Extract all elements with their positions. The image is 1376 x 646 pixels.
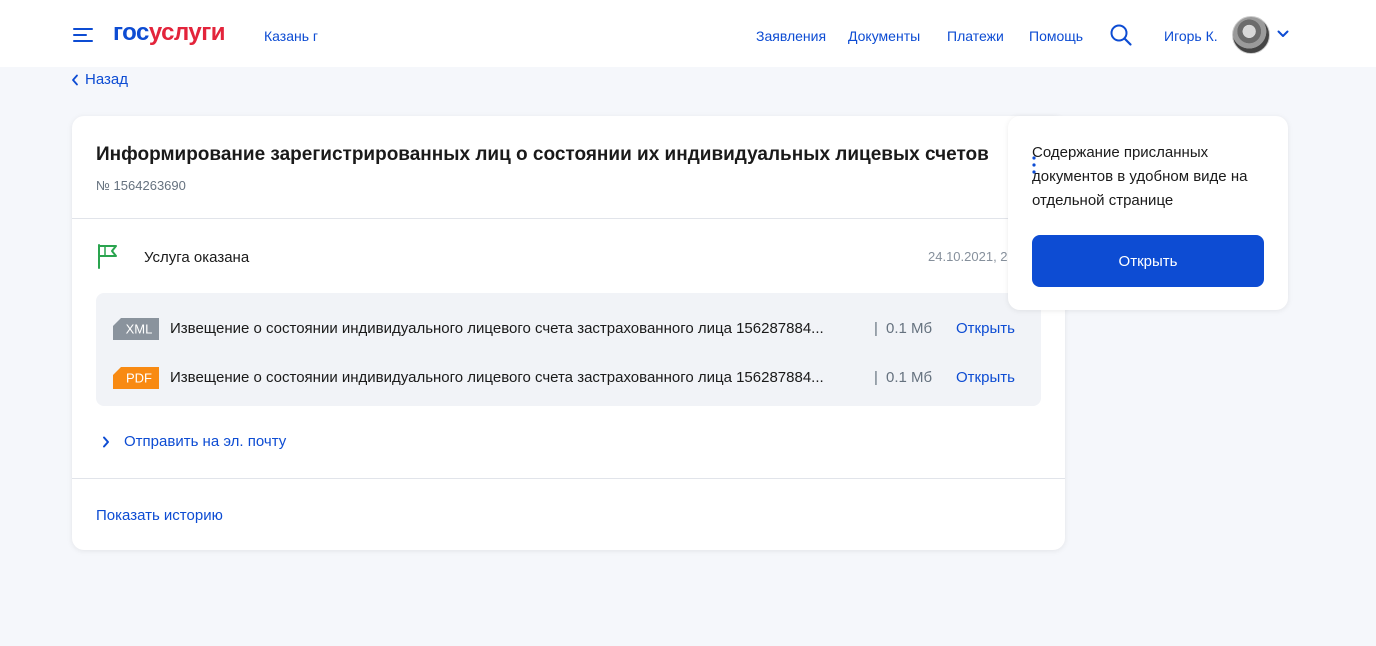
divider [72,218,1065,219]
pdf-file-icon: PDF [113,367,159,389]
user-name[interactable]: Игорь К. [1164,28,1218,44]
preview-description: Содержание присланных документов в удобн… [1032,144,1248,209]
back-link[interactable]: Назад [71,71,128,88]
file-row-pdf: PDF Извещение о состоянии индивидуальног… [96,366,1041,390]
avatar[interactable] [1232,16,1270,54]
chevron-right-icon [103,436,109,447]
pdf-badge-label: PDF [126,371,152,386]
service-title: Информирование зарегистрированных лиц о … [96,144,989,165]
file-separator: | [874,369,878,386]
chevron-down-icon[interactable] [1277,29,1289,39]
back-label: Назад [85,71,128,88]
show-history-link[interactable]: Показать историю [96,507,223,524]
logo-part-uslugi: услуги [148,19,226,46]
status-label: Услуга оказана [144,249,250,266]
nav-payments[interactable]: Платежи [947,28,1004,44]
file-name: Извещение о состоянии индивидуального ли… [170,320,824,337]
flag-icon [98,244,117,269]
file-size: 0.1 Мб [886,369,933,386]
files-list: XML Извещение о состоянии индивидуальног… [96,293,1041,406]
file-row-xml: XML Извещение о состоянии индивидуальног… [96,317,1041,341]
documents-preview-card: Содержание присланных документов в удобн… [1008,116,1288,310]
xml-file-icon: XML [113,318,159,340]
open-documents-button[interactable]: Открыть [1032,235,1264,287]
search-icon[interactable] [1109,23,1133,47]
city-selector[interactable]: Казань г [264,28,318,44]
send-email-toggle[interactable]: Отправить на эл. почту [102,433,286,450]
file-size: 0.1 Мб [886,320,933,337]
gosuslugi-logo[interactable]: госуслуги [113,19,226,47]
open-xml-link[interactable]: Открыть [956,320,1015,337]
send-email-label: Отправить на эл. почту [124,433,287,450]
menu-icon[interactable] [73,26,95,44]
open-pdf-link[interactable]: Открыть [956,369,1015,386]
nav-help[interactable]: Помощь [1029,28,1083,44]
logo-part-gos: гос [113,19,149,46]
nav-documents[interactable]: Документы [848,28,920,44]
nav-applications[interactable]: Заявления [756,28,826,44]
file-separator: | [874,320,878,337]
divider [72,478,1065,479]
chevron-left-icon [72,74,78,85]
application-number: № 1564263690 [96,178,186,193]
xml-badge-label: XML [126,322,153,337]
service-card: Информирование зарегистрированных лиц о … [72,116,1065,550]
top-navigation-bar: госуслуги Казань г Заявления Документы П… [0,0,1376,67]
file-name: Извещение о состоянии индивидуального ли… [170,369,824,386]
